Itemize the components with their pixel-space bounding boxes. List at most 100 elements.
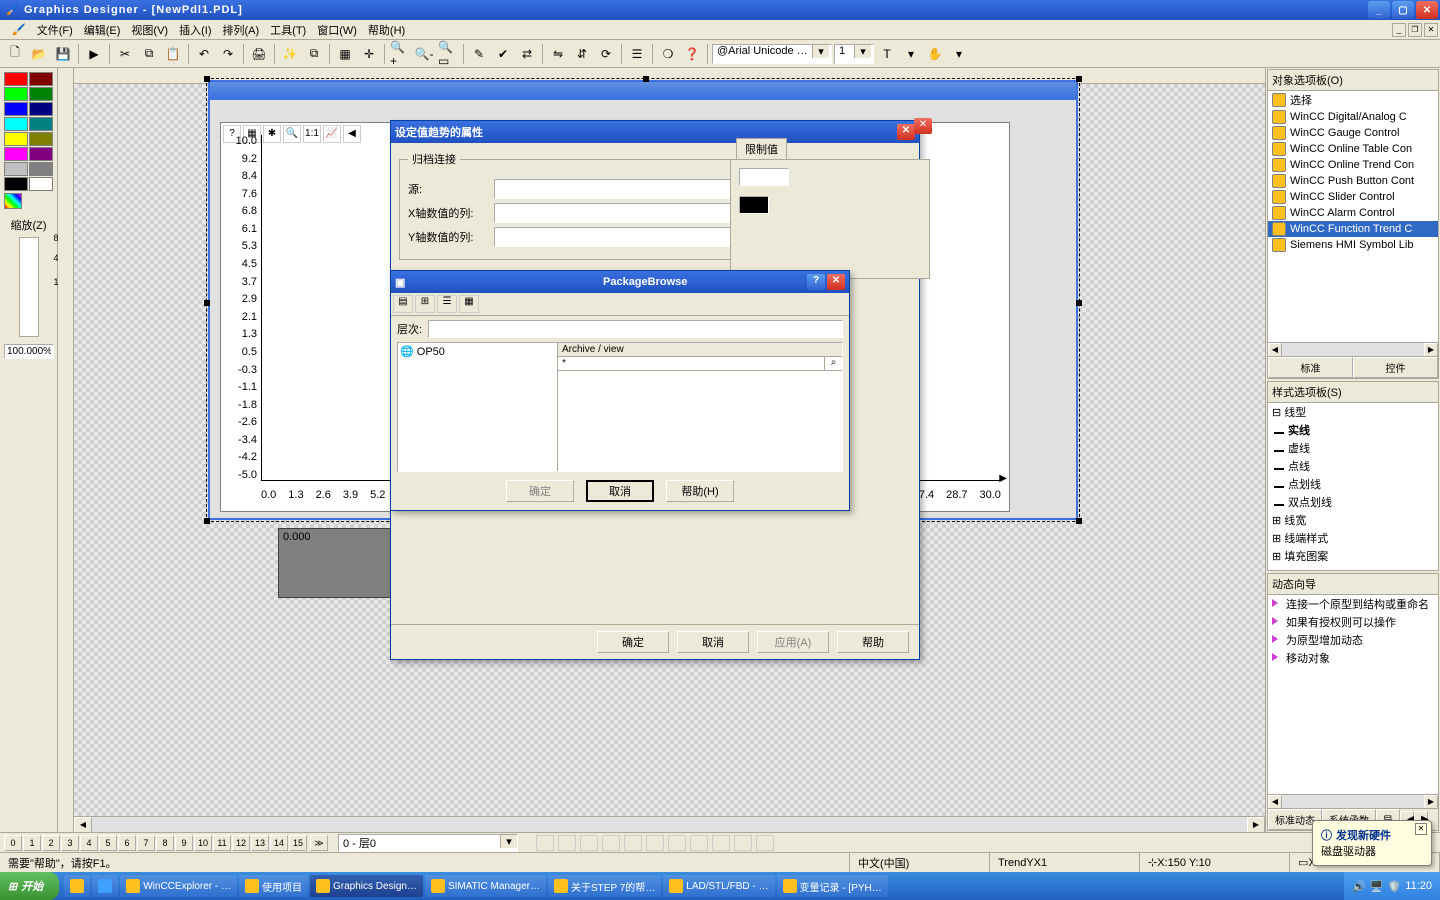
- style-group-linetype[interactable]: ⊟ 线型: [1268, 403, 1438, 421]
- color-swatch[interactable]: [4, 72, 28, 86]
- flip-v-icon[interactable]: ⇵: [571, 43, 593, 65]
- taskbar-item[interactable]: 关于STEP 7的帮…: [548, 875, 661, 897]
- pkg-filter-input[interactable]: [558, 357, 824, 370]
- layer-more-button[interactable]: ≫: [310, 835, 328, 851]
- pkg-tree[interactable]: 🌐 OP50: [398, 343, 558, 471]
- dyn-item[interactable]: 为原型增加动态: [1268, 631, 1438, 649]
- copy-icon[interactable]: ⧉: [138, 43, 160, 65]
- save-icon[interactable]: 💾: [52, 43, 74, 65]
- cut-icon[interactable]: ✂: [114, 43, 136, 65]
- grid-icon[interactable]: ▦: [334, 43, 356, 65]
- highlight-icon[interactable]: ✨: [279, 43, 301, 65]
- color-swatch[interactable]: [4, 117, 28, 131]
- align-top-icon[interactable]: [602, 835, 620, 851]
- pkg-tree-item[interactable]: 🌐 OP50: [400, 345, 555, 358]
- layer-button[interactable]: 14: [270, 835, 288, 851]
- print-icon[interactable]: 🖨: [248, 43, 270, 65]
- layer-button[interactable]: 8: [156, 835, 174, 851]
- wand-icon[interactable]: ✎: [468, 43, 490, 65]
- menu-window[interactable]: 窗口(W): [313, 20, 361, 40]
- dyn-panel-scrollbar[interactable]: ◀▶: [1268, 794, 1438, 808]
- color-swatch[interactable]: [29, 147, 53, 161]
- style-item-dash[interactable]: 虚线: [1268, 439, 1438, 457]
- align-right-icon[interactable]: [580, 835, 598, 851]
- limit-dialog-close-button[interactable]: ✕: [914, 118, 932, 134]
- taskbar-item[interactable]: LAD/STL/FBD - …: [663, 875, 774, 897]
- layer-button[interactable]: 11: [213, 835, 231, 851]
- props-apply-button[interactable]: 应用(A): [757, 631, 829, 653]
- text-icon[interactable]: T: [876, 43, 898, 65]
- align-bottom-icon[interactable]: [646, 835, 664, 851]
- zoom-in-icon[interactable]: 🔍+: [389, 43, 411, 65]
- style-item-dashdot[interactable]: 点划线: [1268, 475, 1438, 493]
- layer-button[interactable]: 10: [194, 835, 212, 851]
- style-item-solid[interactable]: 实线: [1268, 421, 1438, 439]
- open-icon[interactable]: 📂: [28, 43, 50, 65]
- pkg-level-input[interactable]: [428, 320, 843, 338]
- taskbar-item[interactable]: Graphics Design…: [310, 875, 423, 897]
- font-combo[interactable]: @Arial Unicode …: [712, 44, 832, 64]
- color-swatch[interactable]: [29, 177, 53, 191]
- zoom-input[interactable]: [4, 344, 54, 359]
- system-tray[interactable]: 🔊 🖥️ 🛡️ 11:20: [1344, 872, 1440, 900]
- style-group-linewidth[interactable]: ⊞ 线宽: [1268, 511, 1438, 529]
- tray-icon[interactable]: 🔊: [1352, 880, 1366, 893]
- zoom-area-icon[interactable]: 🔍▭: [437, 43, 459, 65]
- color-swatch[interactable]: [4, 177, 28, 191]
- dyn-item[interactable]: 移动对象: [1268, 649, 1438, 667]
- dyn-item[interactable]: 如果有授权则可以操作: [1268, 613, 1438, 631]
- props-icon[interactable]: ☰: [626, 43, 648, 65]
- limit-input[interactable]: [739, 168, 789, 186]
- layer-button[interactable]: 12: [232, 835, 250, 851]
- object-palette-item[interactable]: 选择: [1268, 91, 1438, 109]
- style-item-dot[interactable]: 点线: [1268, 457, 1438, 475]
- layer-combo[interactable]: 0 - 层0: [338, 834, 518, 852]
- pkg-view3-icon[interactable]: ☰: [437, 295, 457, 313]
- canvas-horizontal-scrollbar[interactable]: [74, 816, 1265, 832]
- object-palette-item[interactable]: WinCC Digital/Analog C: [1268, 109, 1438, 125]
- limit-tab[interactable]: 限制值: [736, 138, 787, 159]
- align-center-icon[interactable]: [558, 835, 576, 851]
- color-swatch[interactable]: [29, 87, 53, 101]
- style-item-dashdotdot[interactable]: 双点划线: [1268, 493, 1438, 511]
- package-browse-close-button[interactable]: ✕: [827, 274, 845, 290]
- layer-button[interactable]: 6: [118, 835, 136, 851]
- layer-button[interactable]: 0: [4, 835, 22, 851]
- color-swatch[interactable]: [4, 102, 28, 116]
- undo-icon[interactable]: ↶: [193, 43, 215, 65]
- props-ok-button[interactable]: 确定: [597, 631, 669, 653]
- help-icon[interactable]: ❓: [681, 43, 703, 65]
- align-left-icon[interactable]: [536, 835, 554, 851]
- start-button[interactable]: ⊞开始: [0, 872, 59, 900]
- layer-button[interactable]: 13: [251, 835, 269, 851]
- layer-button[interactable]: 3: [61, 835, 79, 851]
- color-swatch[interactable]: [29, 132, 53, 146]
- object-palette-item[interactable]: WinCC Online Trend Con: [1268, 157, 1438, 173]
- mdi-restore-button[interactable]: ❐: [1408, 23, 1422, 37]
- same-width-icon[interactable]: [712, 835, 730, 851]
- object-palette-item[interactable]: WinCC Alarm Control: [1268, 205, 1438, 221]
- quicklaunch-icon[interactable]: [92, 875, 118, 897]
- object-palette-item[interactable]: Siemens HMI Symbol Lib: [1268, 237, 1438, 253]
- layer-button[interactable]: 9: [175, 835, 193, 851]
- taskbar-item[interactable]: 使用项目: [239, 875, 308, 897]
- layer-button[interactable]: 7: [137, 835, 155, 851]
- color-swatch[interactable]: [29, 162, 53, 176]
- pkg-help-button[interactable]: 帮助(H): [666, 480, 734, 502]
- paste-icon[interactable]: 📋: [162, 43, 184, 65]
- custom-color-button[interactable]: [4, 193, 22, 209]
- window-minimize-button[interactable]: _: [1368, 1, 1390, 19]
- tab-controls[interactable]: 控件: [1353, 357, 1438, 378]
- style-group-fill[interactable]: ⊞ 填充图案: [1268, 547, 1438, 565]
- dyn-item[interactable]: 连接一个原型到结构或重命名: [1268, 595, 1438, 613]
- filter-icon[interactable]: ⌕: [824, 357, 842, 370]
- dropdown1-icon[interactable]: ▾: [900, 43, 922, 65]
- duplicate-icon[interactable]: ⧉: [303, 43, 325, 65]
- distribute-h-icon[interactable]: [668, 835, 686, 851]
- object-palette-item[interactable]: WinCC Online Table Con: [1268, 141, 1438, 157]
- size-combo[interactable]: 1: [834, 44, 874, 64]
- mdi-minimize-button[interactable]: _: [1392, 23, 1406, 37]
- tray-icon[interactable]: 🖥️: [1370, 880, 1384, 893]
- rotate-icon[interactable]: ⟳: [595, 43, 617, 65]
- layer-button[interactable]: 1: [23, 835, 41, 851]
